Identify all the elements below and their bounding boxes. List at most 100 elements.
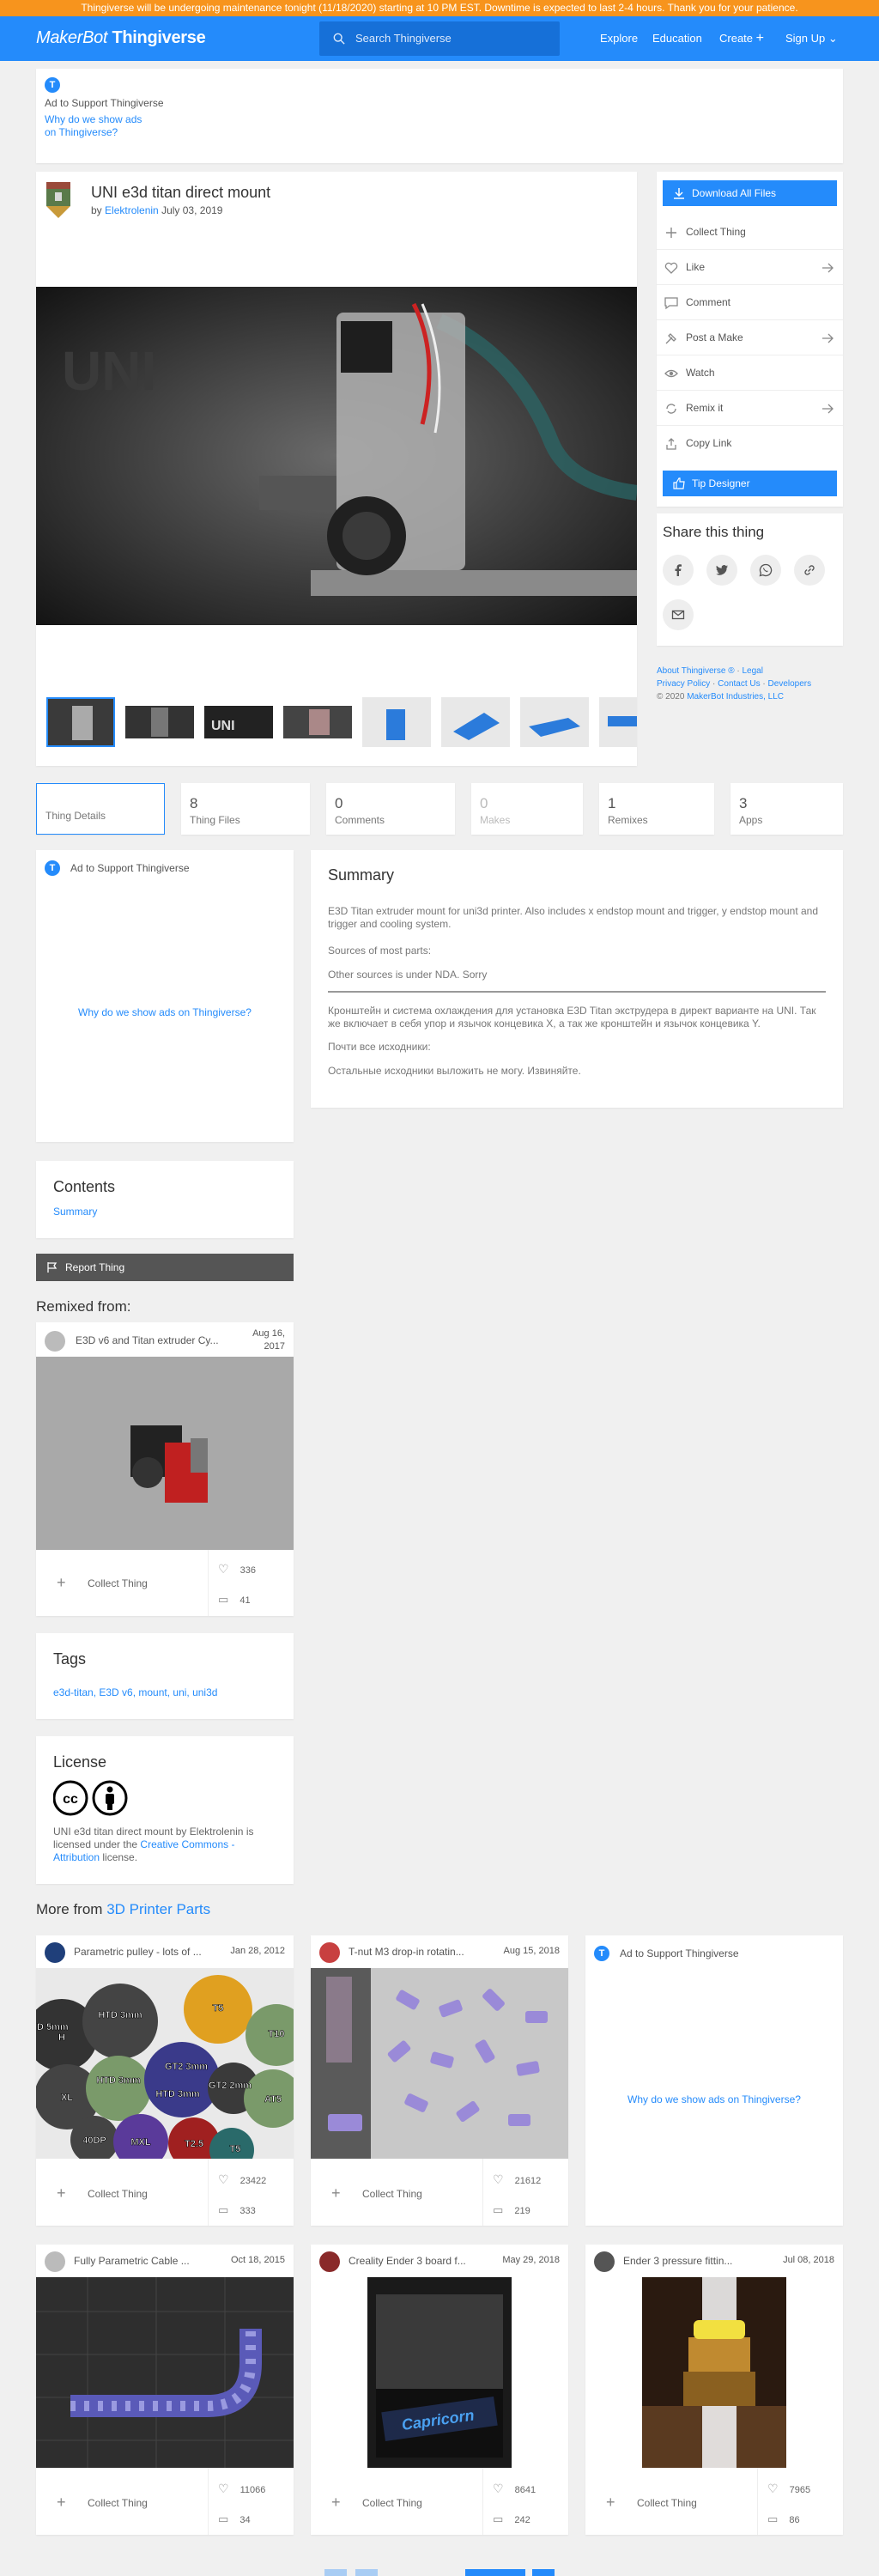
nav-signup[interactable]: Sign Up ⌄ <box>785 16 838 61</box>
thumbnail-8[interactable] <box>599 697 637 747</box>
tab-remixes[interactable]: 1 Remixes <box>599 783 714 835</box>
comment-count[interactable]: ▭ 242 <box>493 2512 530 2526</box>
tab-makes[interactable]: 0 Makes <box>471 783 583 835</box>
thing-card: UNI e3d titan direct mount by Elektrolen… <box>36 172 637 766</box>
legal-link[interactable]: Legal <box>742 666 762 676</box>
comment-button[interactable]: Comment <box>657 285 843 320</box>
nav-explore[interactable]: Explore <box>600 16 638 61</box>
like-button[interactable]: Like <box>657 250 843 285</box>
card-image[interactable] <box>36 1357 294 1550</box>
like-count[interactable]: ♡ 7965 <box>767 2482 810 2496</box>
comment-count[interactable]: ▭ 86 <box>767 2512 800 2526</box>
avatar[interactable] <box>45 2251 65 2272</box>
thumbnail-5[interactable] <box>362 697 431 747</box>
collect-thing-button[interactable]: + Collect Thing <box>331 2494 422 2511</box>
collect-thing-button[interactable]: + Collect Thing <box>57 1574 148 1591</box>
collect-thing-button[interactable]: Collect Thing <box>657 215 843 250</box>
watch-button[interactable]: Watch <box>657 355 843 391</box>
author-link[interactable]: Elektrolenin <box>105 204 159 216</box>
card-title[interactable]: E3D v6 and Titan extruder Cy... <box>76 1334 219 1346</box>
thumbnail-4[interactable] <box>283 697 352 747</box>
contact-link[interactable]: Contact Us <box>718 679 760 689</box>
like-count[interactable]: ♡ 336 <box>218 1562 256 1577</box>
privacy-link[interactable]: Privacy Policy <box>657 679 710 689</box>
author-avatar[interactable] <box>46 182 70 218</box>
category-link[interactable]: 3D Printer Parts <box>106 1901 210 1917</box>
makerbot-link[interactable]: MakerBot Industries, LLC <box>687 692 784 702</box>
whatsapp-share-button[interactable] <box>750 555 781 586</box>
arrow-right-icon <box>822 404 834 414</box>
contents-summary-link[interactable]: Summary <box>53 1206 97 1218</box>
nav-create[interactable]: Create + <box>719 16 764 61</box>
thumbnail-3[interactable]: UNI <box>204 697 273 747</box>
comment-count[interactable]: ▭ 41 <box>218 1593 251 1607</box>
comment-count[interactable]: ▭ 333 <box>218 2203 256 2217</box>
card-title[interactable]: Parametric pulley - lots of ... <box>74 1946 202 1958</box>
main-photo[interactable]: UNI <box>36 287 637 625</box>
collect-thing-button[interactable]: + Collect Thing <box>606 2494 697 2511</box>
thingiverse-logo[interactable]: MakerBot Thingiverse <box>36 28 206 48</box>
avatar[interactable] <box>319 2251 340 2272</box>
summary-paragraph: Остальные исходники выложить не могу. Из… <box>328 1065 581 1077</box>
pagination-next[interactable] <box>532 2569 555 2576</box>
card-image[interactable]: Capricorn <box>367 2277 512 2468</box>
report-thing-button[interactable]: Report Thing <box>36 1254 294 1281</box>
avatar[interactable] <box>594 2251 615 2272</box>
nav-education[interactable]: Education <box>652 16 702 61</box>
copy-link-button[interactable]: Copy Link <box>657 426 843 461</box>
collect-thing-button[interactable]: + Collect Thing <box>57 2184 148 2202</box>
like-count[interactable]: ♡ 21612 <box>493 2172 541 2187</box>
card-title[interactable]: T-nut M3 drop-in rotatin... <box>349 1946 464 1958</box>
tip-designer-button[interactable]: Tip Designer <box>663 471 837 496</box>
search-input[interactable]: Search Thingiverse <box>319 21 560 56</box>
download-all-button[interactable]: Download All Files <box>663 180 837 206</box>
thumbnail-7[interactable] <box>520 697 589 747</box>
card-title[interactable]: Fully Parametric Cable ... <box>74 2255 190 2267</box>
facebook-share-button[interactable] <box>663 555 694 586</box>
about-link[interactable]: About Thingiverse ® <box>657 666 735 676</box>
tab-thing-files[interactable]: 8 Thing Files <box>181 783 310 835</box>
like-count[interactable]: ♡ 23422 <box>218 2172 266 2187</box>
tab-comments[interactable]: 0 Comments <box>326 783 455 835</box>
pulley-label: HTD 3mm <box>96 2075 141 2086</box>
card-image[interactable] <box>642 2277 786 2468</box>
ad-info-link[interactable]: Why do we show ads on Thingiverse? <box>45 113 156 139</box>
pagination-current[interactable] <box>465 2569 525 2576</box>
side-ad-card: T Ad to Support Thingiverse Why do we sh… <box>36 850 294 1142</box>
summary-card: Summary E3D Titan extruder mount for uni… <box>311 850 843 1108</box>
link-share-button[interactable] <box>794 555 825 586</box>
thumbnail-2[interactable] <box>125 697 194 747</box>
card-image[interactable]: T5 HTD 3mm GT2 3mm GT2 2mm T10 XL HTD 3m… <box>36 1968 294 2159</box>
twitter-share-button[interactable] <box>706 555 737 586</box>
card-image[interactable] <box>36 2277 294 2468</box>
card-title[interactable]: Ender 3 pressure fittin... <box>623 2255 732 2267</box>
thumbnail-6[interactable] <box>441 697 510 747</box>
card-image[interactable] <box>311 1968 568 2159</box>
email-share-button[interactable] <box>663 599 694 630</box>
tags-list[interactable]: e3d-titan, E3D v6, mount, uni, uni3d <box>53 1686 217 1698</box>
pagination-prev[interactable] <box>324 2569 347 2576</box>
facebook-icon <box>675 564 682 576</box>
avatar[interactable] <box>45 1331 65 1352</box>
pagination-page[interactable] <box>355 2569 378 2576</box>
like-count[interactable]: ♡ 8641 <box>493 2482 536 2496</box>
like-count[interactable]: ♡ 11066 <box>218 2482 265 2496</box>
tab-apps[interactable]: 3 Apps <box>730 783 843 835</box>
pulley-label: MXL <box>130 2137 151 2148</box>
tab-thing-details[interactable]: Thing Details <box>36 783 165 835</box>
post-make-button[interactable]: Post a Make <box>657 320 843 355</box>
thumbs-up-icon <box>673 477 685 489</box>
avatar[interactable] <box>45 1942 65 1963</box>
collect-thing-button[interactable]: + Collect Thing <box>57 2494 148 2511</box>
avatar[interactable] <box>319 1942 340 1963</box>
remix-icon <box>666 404 676 414</box>
card-title[interactable]: Creality Ender 3 board f... <box>349 2255 466 2267</box>
remix-button[interactable]: Remix it <box>657 391 843 426</box>
collect-thing-button[interactable]: + Collect Thing <box>331 2184 422 2202</box>
comment-count[interactable]: ▭ 34 <box>218 2512 251 2526</box>
ad-info-link[interactable]: Why do we show ads on Thingiverse? <box>36 1006 294 1018</box>
ad-info-link[interactable]: Why do we show ads on Thingiverse? <box>585 2093 843 2105</box>
thumbnail-1[interactable] <box>46 697 115 747</box>
developers-link[interactable]: Developers <box>768 679 812 689</box>
comment-count[interactable]: ▭ 219 <box>493 2203 530 2217</box>
